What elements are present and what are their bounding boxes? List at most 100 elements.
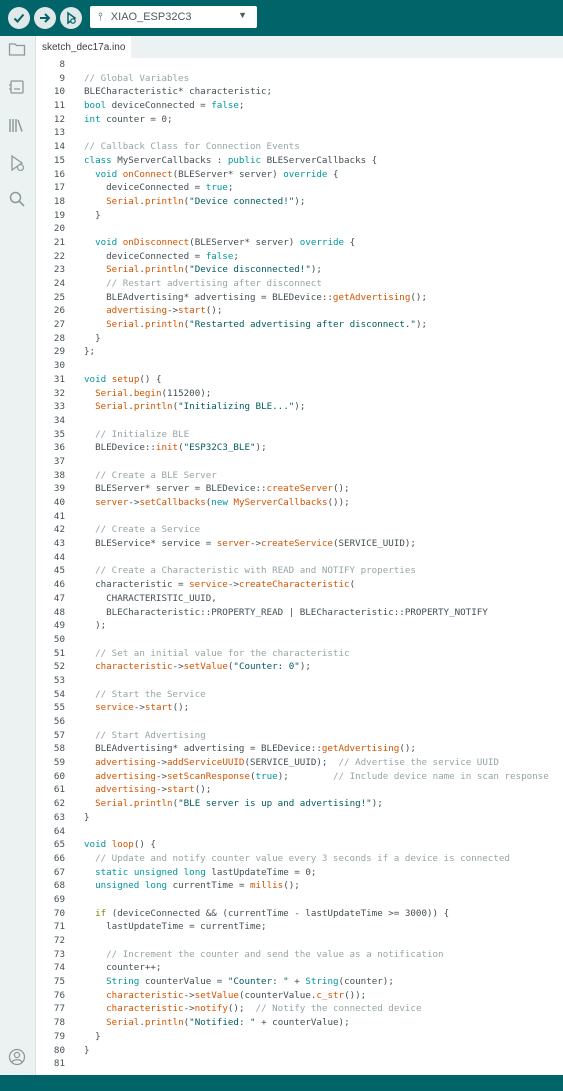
- code-line[interactable]: 65 void loop() {: [36, 838, 563, 852]
- code-line[interactable]: 34: [36, 414, 563, 428]
- code-line[interactable]: 16 void onConnect(BLEServer* server) ove…: [36, 168, 563, 182]
- code-line[interactable]: 55 service->start();: [36, 701, 563, 715]
- code-line[interactable]: 75 String counterValue = "Counter: " + S…: [36, 975, 563, 989]
- code-line[interactable]: 19 }: [36, 209, 563, 223]
- code-line[interactable]: 18 Serial.println("Device connected!");: [36, 195, 563, 209]
- code-line[interactable]: 71 lastUpdateTime = currentTime;: [36, 920, 563, 934]
- code-line[interactable]: 40 server->setCallbacks(new MyServerCall…: [36, 496, 563, 510]
- code-line[interactable]: 61 advertising->start();: [36, 783, 563, 797]
- code-line[interactable]: 73 // Increment the counter and send the…: [36, 948, 563, 962]
- code-line[interactable]: 74 counter++;: [36, 961, 563, 975]
- code-line[interactable]: 11 bool deviceConnected = false;: [36, 99, 563, 113]
- code-line[interactable]: 77 characteristic->notify(); // Notify t…: [36, 1002, 563, 1016]
- code-line[interactable]: 48 BLECharacteristic::PROPERTY_READ | BL…: [36, 606, 563, 620]
- code-line[interactable]: 32 Serial.begin(115200);: [36, 387, 563, 401]
- code-line[interactable]: 38 // Create a BLE Server: [36, 469, 563, 483]
- code-line[interactable]: 22 deviceConnected = false;: [36, 250, 563, 264]
- sidebar-item-search[interactable]: [6, 188, 28, 210]
- board-selector[interactable]: ⫯ XIAO_ESP32C3 ▼: [90, 6, 257, 28]
- line-number: 26: [53, 305, 65, 317]
- code-token: String: [106, 976, 140, 988]
- verify-button[interactable]: [8, 7, 30, 29]
- code-line[interactable]: 12 int counter = 0;: [36, 113, 563, 127]
- code-line[interactable]: 26 advertising->start();: [36, 304, 563, 318]
- code-line[interactable]: 59 advertising->addServiceUUID(SERVICE_U…: [36, 756, 563, 770]
- code-line[interactable]: 51 // Set an initial value for the chara…: [36, 647, 563, 661]
- sidebar-item-debug[interactable]: [6, 152, 28, 174]
- code-line[interactable]: 46 characteristic = service->createChara…: [36, 578, 563, 592]
- code-line[interactable]: 43 BLEService* service = server->createS…: [36, 537, 563, 551]
- code-line[interactable]: 60 advertising->setScanResponse(true); /…: [36, 770, 563, 784]
- code-token: setup: [111, 373, 140, 385]
- code-line[interactable]: 33 Serial.println("Initializing BLE...")…: [36, 400, 563, 414]
- code-line[interactable]: 57 // Start Advertising: [36, 729, 563, 743]
- code-line[interactable]: 42 // Create a Service: [36, 523, 563, 537]
- code-line[interactable]: 29};: [36, 345, 563, 359]
- line-number: 58: [53, 743, 65, 755]
- code-line[interactable]: 30: [36, 359, 563, 373]
- code-line[interactable]: 80}: [36, 1044, 563, 1058]
- code-line[interactable]: 68 unsigned long currentTime = millis();: [36, 879, 563, 893]
- code-line[interactable]: 31 void setup() {: [36, 373, 563, 387]
- code-line[interactable]: 39 BLEServer* server = BLEDevice::create…: [36, 482, 563, 496]
- sidebar-item-library-manager[interactable]: [6, 114, 28, 136]
- line-number: 53: [53, 674, 65, 686]
- code-line[interactable]: 17 deviceConnected = true;: [36, 181, 563, 195]
- code-line[interactable]: 56: [36, 715, 563, 729]
- code-line[interactable]: 70 if (deviceConnected && (currentTime -…: [36, 907, 563, 921]
- code-line[interactable]: 20: [36, 222, 563, 236]
- code-line[interactable]: 81: [36, 1057, 563, 1071]
- code-line[interactable]: 8: [36, 58, 563, 72]
- code-line[interactable]: 14 // Callback Class for Connection Event…: [36, 140, 563, 154]
- code-line[interactable]: 27 Serial.println("Restarted advertising…: [36, 318, 563, 332]
- code-line[interactable]: 69: [36, 893, 563, 907]
- line-number: 78: [53, 1017, 65, 1029]
- code-line[interactable]: 52 characteristic->setValue("Counter: 0"…: [36, 660, 563, 674]
- code-editor[interactable]: 8 9 // Global Variables 10 BLECharacteristic…: [36, 58, 563, 1075]
- code-line[interactable]: 63}: [36, 811, 563, 825]
- code-line[interactable]: 54 // Start the Service: [36, 688, 563, 702]
- code-line[interactable]: 15 class MyServerCallbacks : public BLESe…: [36, 154, 563, 168]
- code-line[interactable]: 58 BLEAdvertising* advertising = BLEDevi…: [36, 742, 563, 756]
- line-number: 47: [53, 592, 65, 604]
- code-token: ;: [227, 182, 234, 194]
- code-line[interactable]: 23 Serial.println("Device disconnected!"…: [36, 263, 563, 277]
- profile-button[interactable]: [6, 1046, 28, 1068]
- code-line[interactable]: 9 // Global Variables: [36, 72, 563, 86]
- code-line[interactable]: 50: [36, 633, 563, 647]
- code-line[interactable]: 10 BLECharacteristic* characteristic;: [36, 85, 563, 99]
- upload-button[interactable]: [34, 7, 56, 29]
- code-token: service: [95, 702, 134, 714]
- code-line[interactable]: 62 Serial.println("BLE server is up and …: [36, 797, 563, 811]
- code-line[interactable]: 28 }: [36, 332, 563, 346]
- code-line[interactable]: 64: [36, 825, 563, 839]
- code-line[interactable]: 44: [36, 551, 563, 565]
- code-line[interactable]: 36 BLEDevice::init("ESP32C3_BLE");: [36, 441, 563, 455]
- code-line[interactable]: 37: [36, 455, 563, 469]
- code-line[interactable]: 41: [36, 510, 563, 524]
- code-line[interactable]: 72: [36, 934, 563, 948]
- code-line[interactable]: 13: [36, 126, 563, 140]
- line-number: 12: [53, 113, 65, 125]
- code-token: true: [255, 770, 278, 782]
- code-line[interactable]: 45 // Create a Characteristic with READ …: [36, 564, 563, 578]
- tab-sketch[interactable]: sketch_dec17a.ino: [36, 36, 132, 58]
- code-line[interactable]: 67 static unsigned long lastUpdateTime =…: [36, 866, 563, 880]
- code-line[interactable]: 66 // Update and notify counter value ev…: [36, 852, 563, 866]
- code-token: BLEDevice::: [84, 442, 156, 454]
- code-line[interactable]: 47 CHARACTERISTIC_UUID,: [36, 592, 563, 606]
- code-line[interactable]: 78 Serial.println("Notified: " + counter…: [36, 1016, 563, 1030]
- code-line[interactable]: 49 );: [36, 619, 563, 633]
- sidebar-item-boards-manager[interactable]: [6, 76, 28, 98]
- code-line[interactable]: 35 // Initialize BLE: [36, 428, 563, 442]
- code-line[interactable]: 25 BLEAdvertising* advertising = BLEDevi…: [36, 291, 563, 305]
- code-line[interactable]: 76 characteristic->setValue(counterValue…: [36, 989, 563, 1003]
- code-line[interactable]: 21 void onDisconnect(BLEServer* server) …: [36, 236, 563, 250]
- debug-button[interactable]: [60, 7, 82, 29]
- line-number: 19: [53, 209, 65, 221]
- code-line[interactable]: 53: [36, 674, 563, 688]
- code-line[interactable]: 24 // Restart advertising after disconne…: [36, 277, 563, 291]
- sidebar-item-sketchbook[interactable]: [6, 38, 28, 60]
- code-line[interactable]: 79 }: [36, 1030, 563, 1044]
- line-text: void setup() {: [84, 373, 162, 387]
